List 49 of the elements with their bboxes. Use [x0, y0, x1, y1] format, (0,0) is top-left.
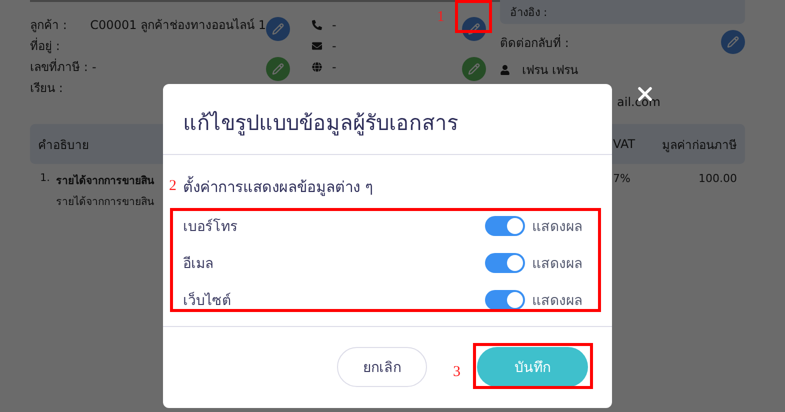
- contact-value: -: [332, 60, 336, 74]
- pencil-icon: [727, 36, 739, 48]
- field-label: ลูกค้า :: [30, 17, 68, 34]
- pencil-icon: [468, 23, 480, 35]
- section-title: ตั้งค่าการแสดงผลข้อมูลต่าง ๆ: [183, 175, 374, 198]
- column-header: คำอธิบาย: [38, 136, 90, 154]
- edit-button[interactable]: [266, 17, 290, 41]
- field-label: เลขที่ภาษี :: [30, 58, 89, 76]
- setting-label: อีเมล: [183, 254, 215, 274]
- item-detail: รายได้จากการขายสิน: [56, 194, 154, 210]
- column-header: มูลค่าก่อนภาษี: [661, 136, 737, 154]
- row-number: 1.: [40, 172, 50, 186]
- contact-back-label: ติดต่อกลับที่ :: [500, 34, 569, 52]
- field-label: เรียน :: [30, 80, 64, 97]
- reference-label: อ้างอิง :: [510, 5, 548, 21]
- toggle-label: แสดงผล: [532, 292, 584, 310]
- field-label: ที่อยู่ :: [30, 36, 61, 55]
- cancel-button[interactable]: ยกเลิก: [337, 347, 427, 387]
- annotation-number: 2: [169, 178, 176, 195]
- annotation-number: 1: [437, 9, 444, 26]
- toggle-switch[interactable]: [485, 252, 525, 272]
- phone-icon: [312, 20, 322, 30]
- edit-button[interactable]: [462, 57, 486, 81]
- globe-icon: [312, 62, 322, 72]
- annotation-box: [455, 0, 492, 33]
- contact-name: เฟรน เฟรน: [522, 62, 578, 79]
- pencil-icon: [272, 63, 284, 75]
- setting-label: เบอร์โทร: [183, 218, 239, 236]
- contact-email: ail.com: [617, 95, 660, 109]
- contact-value: -: [332, 18, 336, 32]
- contact-value: -: [332, 38, 336, 52]
- table-cell-text: 7%: [613, 172, 632, 185]
- toggle-switch[interactable]: [485, 290, 525, 310]
- setting-label: เว็บไซต์: [183, 290, 232, 310]
- person-icon: [500, 64, 510, 74]
- edit-button[interactable]: [721, 30, 745, 54]
- toggle-label: แสดงผล: [532, 254, 584, 274]
- pencil-icon: [468, 63, 480, 75]
- column-header: VAT: [613, 137, 636, 151]
- edit-button[interactable]: [266, 57, 290, 81]
- annotation-number: 3: [453, 364, 460, 381]
- pencil-icon: [272, 23, 284, 35]
- field-value: C00001 ลูกค้าช่องทางออนไลน์ 1: [90, 17, 266, 34]
- item-description: รายได้จากการขายสิน: [56, 173, 154, 189]
- toggle-label: แสดงผล: [532, 218, 584, 236]
- mail-icon: [312, 40, 322, 50]
- table-cell-text: 100.00: [698, 172, 737, 185]
- toggle-switch[interactable]: [485, 216, 525, 236]
- field-value: -: [92, 60, 96, 74]
